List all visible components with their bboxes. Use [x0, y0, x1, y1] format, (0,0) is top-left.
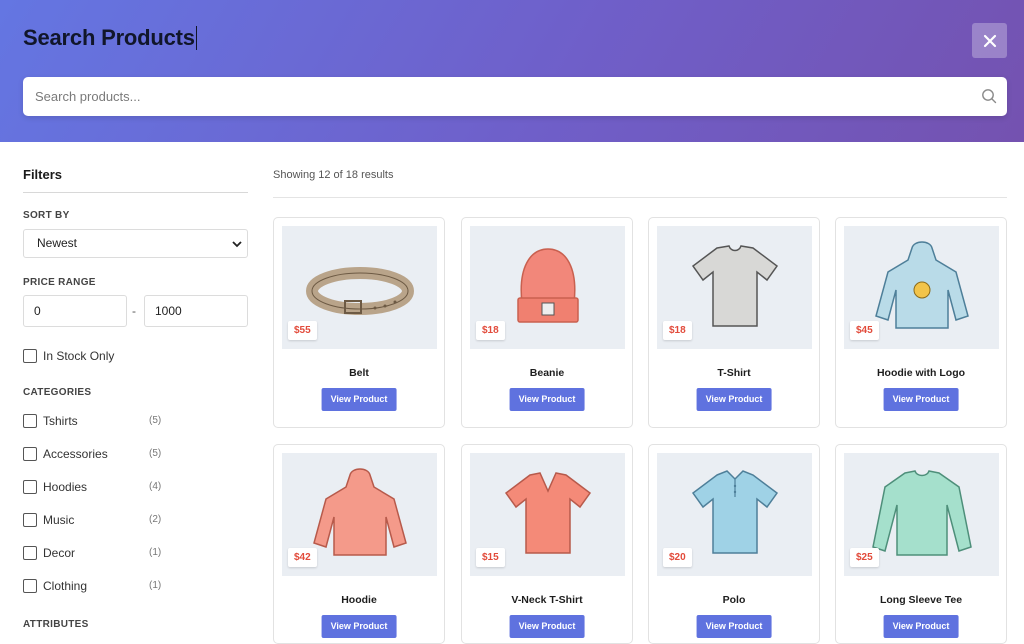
product-card[interactable]: $18 T-Shirt View Product — [648, 217, 820, 428]
product-card[interactable]: $55 Belt View Product — [273, 217, 445, 428]
belt-image — [305, 266, 414, 315]
product-name[interactable]: Hoodie — [274, 594, 444, 606]
category-checkbox-tshirts[interactable] — [23, 414, 37, 428]
long-sleeve-tee-image — [871, 469, 972, 556]
category-label-music: Music — [43, 513, 75, 527]
polo-image — [691, 470, 778, 554]
product-card[interactable]: $42 Hoodie View Product — [273, 444, 445, 644]
category-label-hoodies: Hoodies — [43, 480, 88, 494]
close-button[interactable] — [972, 23, 1007, 58]
price-badge: $18 — [663, 321, 692, 340]
view-product-button[interactable]: View Product — [883, 615, 959, 638]
category-label-accessories: Accessories — [43, 447, 108, 461]
filters-title: Filters — [23, 167, 63, 182]
product-name[interactable]: T-Shirt — [649, 367, 819, 379]
text-caret — [195, 26, 197, 50]
search-icon[interactable] — [981, 88, 997, 104]
product-name[interactable]: Belt — [274, 367, 444, 379]
attributes-label: ATTRIBUTES — [23, 619, 89, 630]
sort-select[interactable]: Newest — [23, 229, 248, 258]
view-product-button[interactable]: View Product — [883, 388, 959, 411]
in-stock-label: In Stock Only — [43, 349, 115, 363]
product-name[interactable]: Polo — [649, 594, 819, 606]
price-badge: $20 — [663, 548, 692, 567]
category-count-accessories: (5) — [149, 448, 162, 459]
category-label-decor: Decor — [43, 546, 76, 560]
category-count-music: (2) — [149, 514, 162, 525]
product-image[interactable]: $18 — [470, 226, 625, 349]
hoodie-logo-image — [874, 240, 969, 329]
category-checkbox-clothing[interactable] — [23, 579, 37, 593]
category-checkbox-hoodies[interactable] — [23, 480, 37, 494]
price-badge: $18 — [476, 321, 505, 340]
product-card[interactable]: $20 Polo View Product — [648, 444, 820, 644]
results-divider — [273, 197, 1007, 198]
view-product-button[interactable]: View Product — [509, 388, 585, 411]
beanie-image — [516, 247, 579, 323]
view-product-button[interactable]: View Product — [696, 615, 772, 638]
filters-divider — [23, 192, 248, 193]
price-badge: $25 — [850, 548, 879, 567]
product-image[interactable]: $45 — [844, 226, 999, 349]
page-title: Search Products — [23, 25, 197, 51]
chevron-down-icon — [232, 241, 242, 248]
product-card[interactable]: $15 V-Neck T-Shirt View Product — [461, 444, 633, 644]
product-name[interactable]: Beanie — [462, 367, 632, 379]
view-product-button[interactable]: View Product — [321, 388, 397, 411]
category-count-tshirts: (5) — [149, 415, 162, 426]
product-image[interactable]: $25 — [844, 453, 999, 576]
product-image[interactable]: $42 — [282, 453, 437, 576]
product-image[interactable]: $18 — [657, 226, 812, 349]
view-product-button[interactable]: View Product — [509, 615, 585, 638]
product-card[interactable]: $18 Beanie View Product — [461, 217, 633, 428]
sort-by-label: SORT BY — [23, 210, 70, 221]
category-label-tshirts: Tshirts — [43, 414, 78, 428]
page-title-text: Search Products — [23, 25, 195, 50]
product-image[interactable]: $55 — [282, 226, 437, 349]
view-product-button[interactable]: View Product — [696, 388, 772, 411]
price-badge: $45 — [850, 321, 879, 340]
tshirt-image — [691, 245, 778, 327]
hoodie-image — [312, 467, 407, 556]
price-range-label: PRICE RANGE — [23, 277, 96, 288]
category-checkbox-music[interactable] — [23, 513, 37, 527]
category-label-clothing: Clothing — [43, 579, 88, 593]
category-checkbox-decor[interactable] — [23, 546, 37, 560]
category-count-clothing: (1) — [149, 580, 162, 591]
results-count: Showing 12 of 18 results — [273, 169, 394, 181]
price-min-input[interactable]: 0 — [23, 295, 127, 327]
product-name[interactable]: Long Sleeve Tee — [836, 594, 1006, 606]
price-range-dash: - — [132, 304, 136, 318]
search-box — [23, 77, 1007, 116]
price-badge: $15 — [476, 548, 505, 567]
price-badge: $55 — [288, 321, 317, 340]
category-count-decor: (1) — [149, 547, 162, 558]
category-count-hoodies: (4) — [149, 481, 162, 492]
search-input[interactable] — [23, 77, 963, 116]
vneck-tshirt-image — [504, 472, 591, 554]
product-card[interactable]: $45 Hoodie with Logo View Product — [835, 217, 1007, 428]
product-card[interactable]: $25 Long Sleeve Tee View Product — [835, 444, 1007, 644]
close-icon — [983, 34, 996, 47]
categories-label: CATEGORIES — [23, 387, 92, 398]
in-stock-checkbox[interactable] — [23, 349, 37, 363]
category-checkbox-accessories[interactable] — [23, 447, 37, 461]
product-name[interactable]: Hoodie with Logo — [836, 367, 1006, 379]
product-image[interactable]: $20 — [657, 453, 812, 576]
product-image[interactable]: $15 — [470, 453, 625, 576]
filters-sidebar: Filters SORT BY Newest PRICE RANGE 0 - 1… — [23, 142, 248, 639]
price-max-input[interactable]: 1000 — [144, 295, 248, 327]
product-name[interactable]: V-Neck T-Shirt — [462, 594, 632, 606]
search-header: Search Products — [0, 0, 1024, 142]
price-badge: $42 — [288, 548, 317, 567]
view-product-button[interactable]: View Product — [321, 615, 397, 638]
sort-select-value: Newest — [37, 236, 78, 250]
